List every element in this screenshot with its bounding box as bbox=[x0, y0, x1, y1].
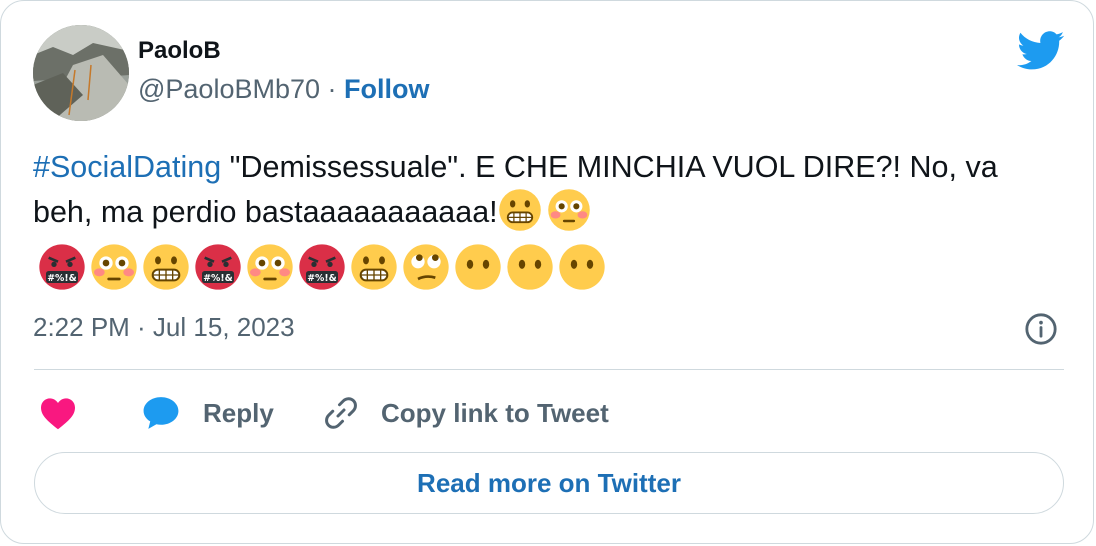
copy-link-label: Copy link to Tweet bbox=[381, 397, 609, 428]
flushed-face-emoji-icon bbox=[91, 244, 137, 290]
speech-bubble-icon bbox=[143, 397, 179, 429]
heart-icon[interactable] bbox=[39, 396, 77, 430]
tweet-text: #SocialDating "Demissessuale". E CHE MIN… bbox=[33, 146, 1053, 233]
emoji-row: #%!& #%!& #%!& bbox=[38, 243, 606, 293]
author-handle[interactable]: @PaoloBMb70 bbox=[138, 74, 320, 104]
grimacing-face-emoji-icon bbox=[351, 244, 397, 290]
flushed-face-emoji-icon bbox=[247, 244, 293, 290]
link-icon bbox=[325, 397, 357, 429]
no-mouth-face-emoji-icon bbox=[507, 244, 553, 290]
cursing-face-emoji-icon: #%!& bbox=[39, 244, 85, 290]
cursing-face-emoji-icon: #%!& bbox=[195, 244, 241, 290]
grimacing-face-emoji-icon bbox=[498, 189, 541, 231]
read-more-button[interactable]: Read more on Twitter bbox=[34, 452, 1064, 514]
separator-dot: · bbox=[320, 74, 345, 104]
twitter-bird-icon[interactable] bbox=[1017, 31, 1065, 71]
author-avatar[interactable] bbox=[33, 25, 129, 121]
svg-text:#%!&: #%!& bbox=[203, 273, 233, 284]
cursing-face-emoji-icon: #%!& bbox=[299, 244, 345, 290]
no-mouth-face-emoji-icon bbox=[559, 244, 605, 290]
eye-roll-face-emoji-icon bbox=[403, 244, 449, 290]
svg-text:#%!&: #%!& bbox=[307, 273, 337, 284]
flushed-face-emoji-icon bbox=[547, 189, 590, 231]
copy-link-button[interactable]: Copy link to Tweet bbox=[323, 393, 609, 433]
author-handle-row: @PaoloBMb70 · Follow bbox=[138, 74, 430, 105]
svg-text:#%!&: #%!& bbox=[47, 273, 77, 284]
divider bbox=[34, 369, 1064, 370]
grimacing-face-emoji-icon bbox=[143, 244, 189, 290]
info-icon[interactable] bbox=[1024, 312, 1058, 346]
hashtag-link[interactable]: #SocialDating bbox=[33, 150, 221, 184]
reply-label: Reply bbox=[203, 397, 274, 428]
tweet-timestamp[interactable]: 2:22 PM · Jul 15, 2023 bbox=[33, 312, 295, 343]
no-mouth-face-emoji-icon bbox=[455, 244, 501, 290]
author-name[interactable]: PaoloB bbox=[138, 37, 221, 65]
reply-button[interactable]: Reply bbox=[142, 393, 274, 433]
follow-link[interactable]: Follow bbox=[344, 74, 429, 104]
tweet-card: PaoloB @PaoloBMb70 · Follow #SocialDatin… bbox=[0, 0, 1094, 544]
